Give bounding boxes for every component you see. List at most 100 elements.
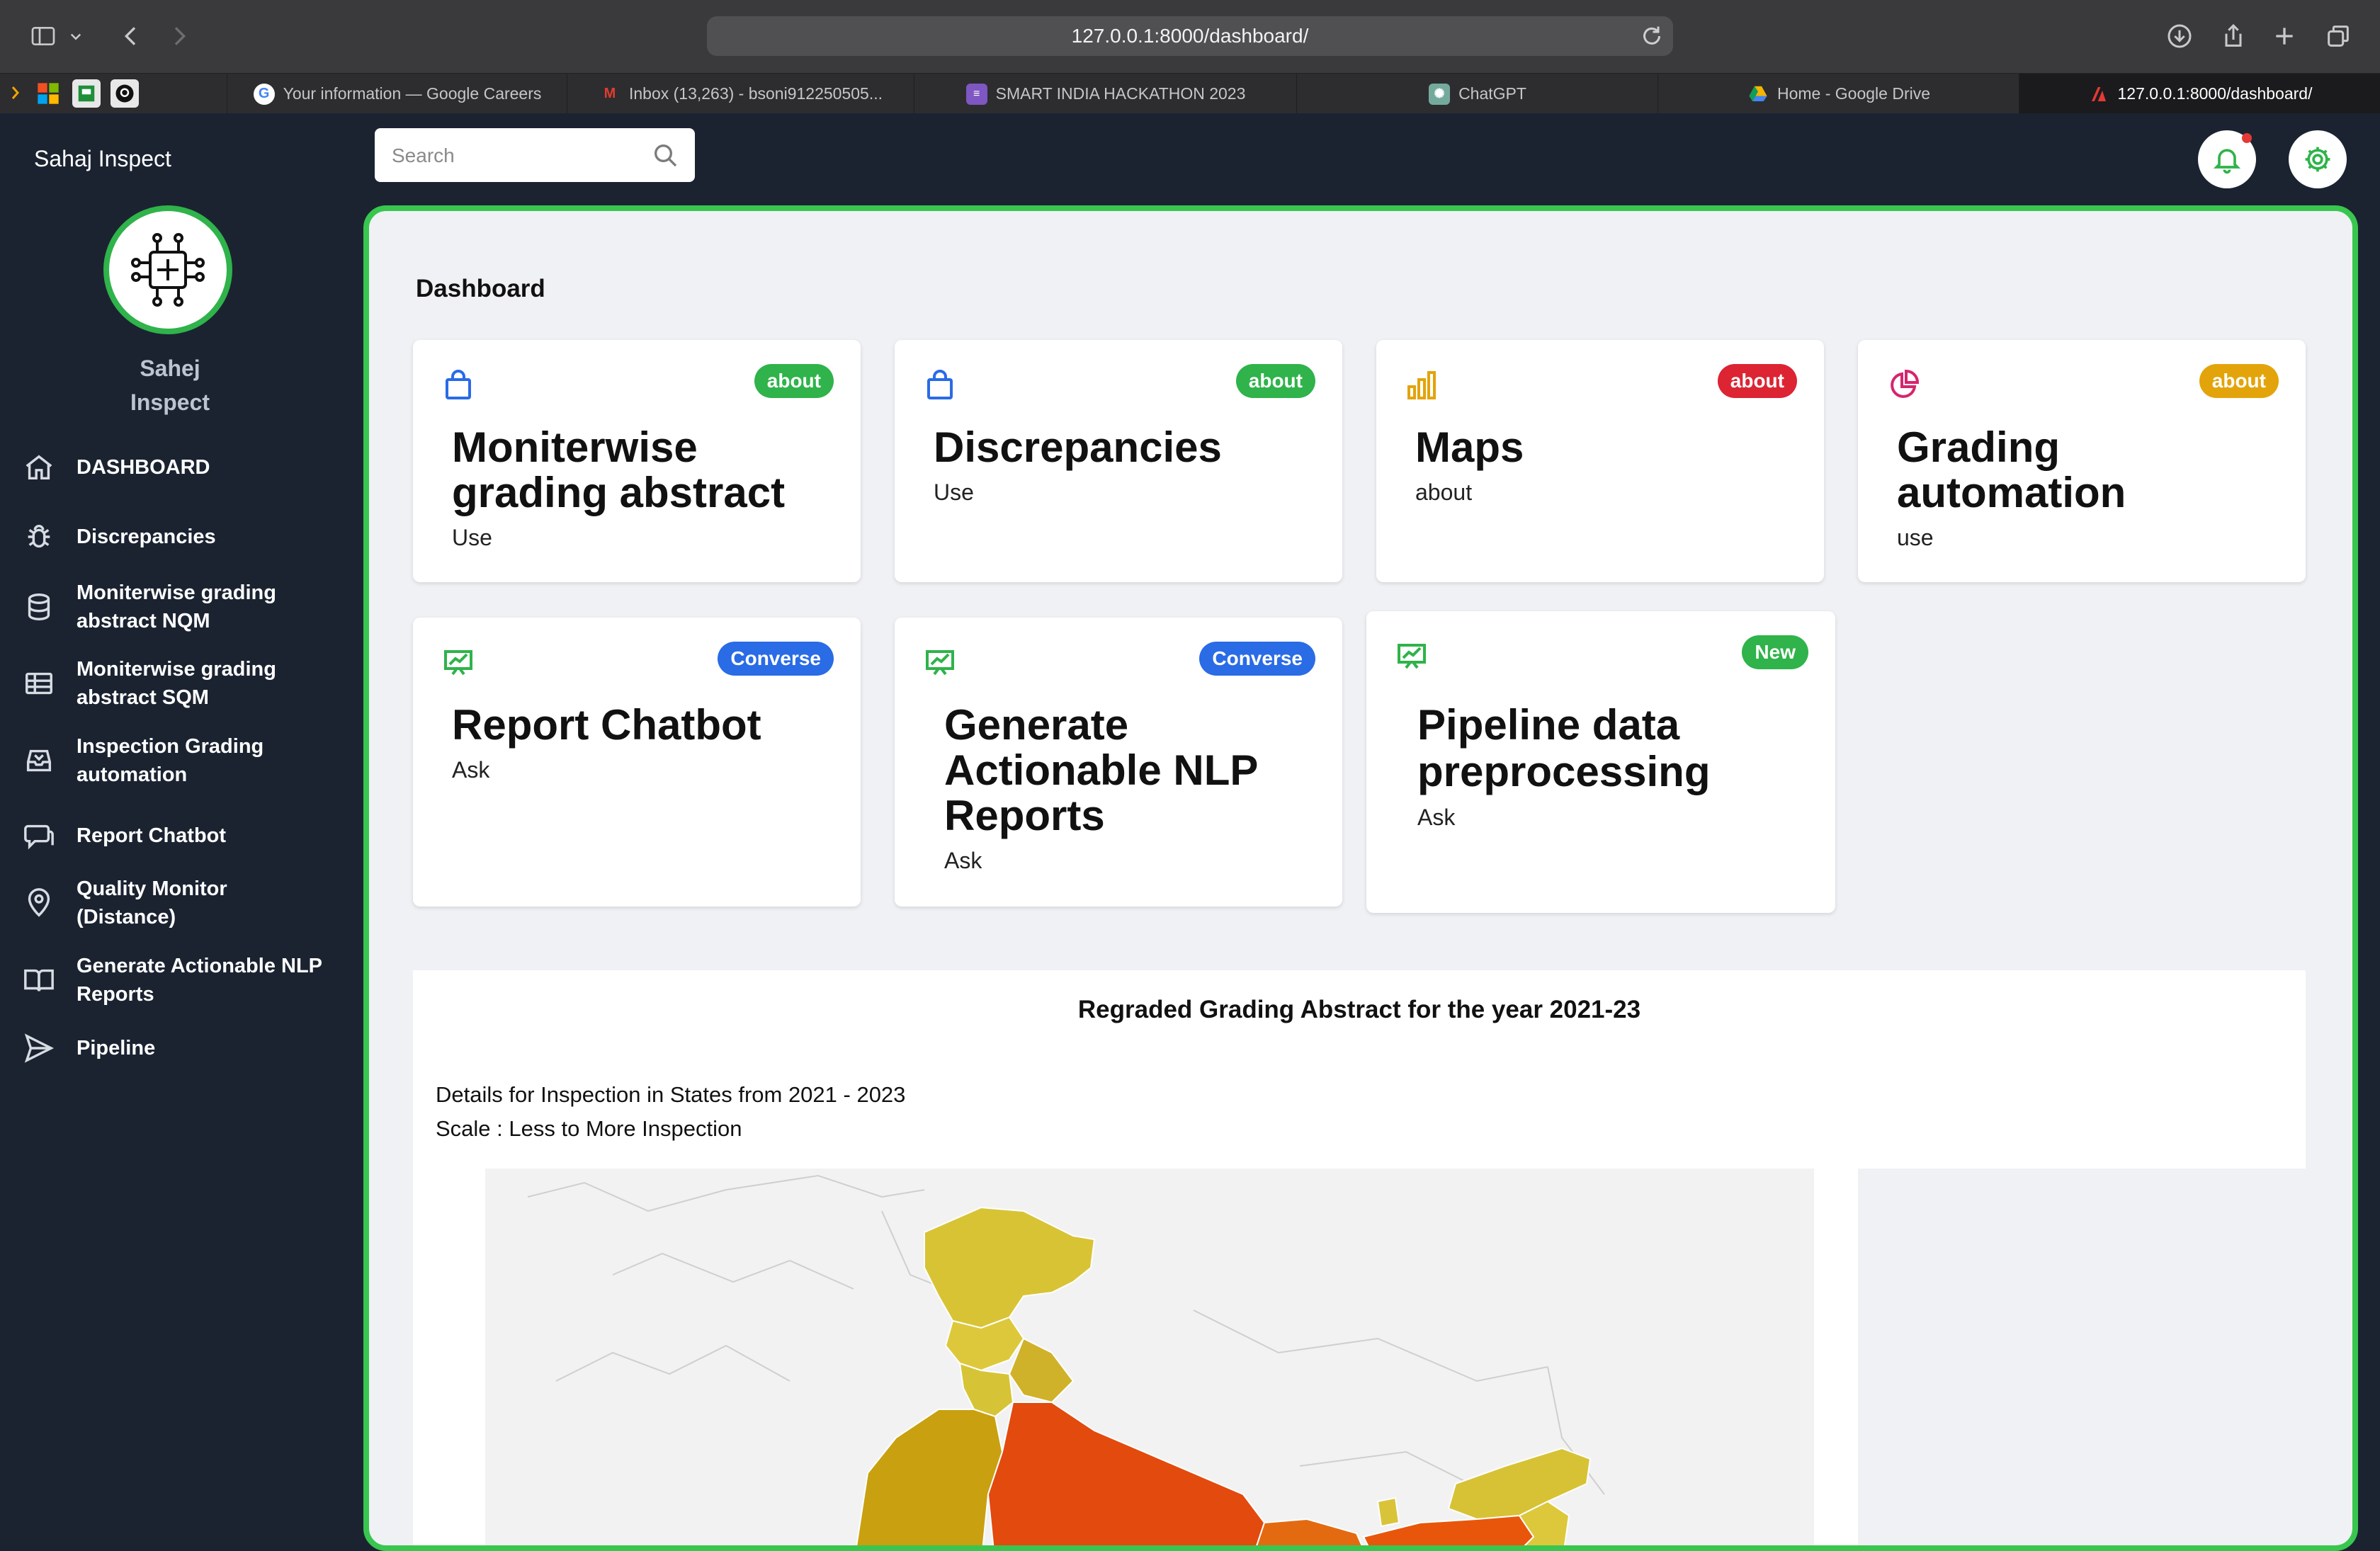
card-title-block: Pipeline data preprocessing Ask xyxy=(1417,702,1814,834)
dashboard-card[interactable]: Converse Generate Actionable NLP Reports A… xyxy=(895,618,1342,907)
github-icon[interactable] xyxy=(110,79,139,108)
forward-arrow-icon[interactable] xyxy=(162,18,197,54)
card-title-block: Discrepancies Use xyxy=(934,425,1330,509)
share-icon[interactable] xyxy=(2216,18,2251,54)
browser-toolbar: 127.0.0.1:8000/dashboard/ xyxy=(0,0,2380,73)
brand-name[interactable]: Sahaj Inspect xyxy=(34,146,171,172)
browser-tab[interactable]: 127.0.0.1:8000/dashboard/ xyxy=(2019,74,2380,114)
page-title: Dashboard xyxy=(416,275,545,302)
card-subtitle: Use xyxy=(934,479,974,505)
sidebar-item-quality-monitor-distance[interactable]: Quality Monitor (Distance) xyxy=(0,873,354,933)
map-details: Details for Inspection in States from 20… xyxy=(436,1078,905,1146)
circuit-medical-icon xyxy=(131,233,205,307)
dashboard-card[interactable]: about Grading automation use xyxy=(1858,340,2306,582)
card-subtitle: use xyxy=(1897,525,1934,550)
bug-icon xyxy=(23,521,55,553)
settings-button[interactable] xyxy=(2289,130,2347,188)
browser-tab-title: ChatGPT xyxy=(1458,84,1526,103)
map-region[interactable] xyxy=(987,1402,1266,1551)
sidebar-item-moniterwise-grading-abstract-sqm[interactable]: Moniterwise grading abstract SQM xyxy=(0,654,354,713)
sidebar-item-discrepancies[interactable]: Discrepancies xyxy=(0,516,354,558)
card-badge[interactable]: Converse xyxy=(1199,642,1315,676)
browser-tab[interactable]: ≡ SMART INDIA HACKATHON 2023 xyxy=(914,74,1297,114)
presentation-chart-icon xyxy=(441,646,475,680)
sidebar-item-moniterwise-grading-abstract-nqm[interactable]: Moniterwise grading abstract NQM xyxy=(0,577,354,637)
card-subtitle: about xyxy=(1415,479,1473,505)
map-region[interactable] xyxy=(1250,1518,1371,1551)
search-icon[interactable] xyxy=(651,141,679,169)
notifications-button[interactable] xyxy=(2198,130,2256,188)
card-badge[interactable]: about xyxy=(754,364,834,398)
map-region[interactable] xyxy=(854,1409,1004,1551)
sidebar-item-label: DASHBOARD xyxy=(76,456,210,479)
download-icon[interactable] xyxy=(2162,18,2197,54)
browser-tab-title: Home - Google Drive xyxy=(1776,84,1931,103)
dashboard-card[interactable]: Converse Report Chatbot Ask xyxy=(413,618,861,907)
chevron-down-icon[interactable] xyxy=(65,18,86,54)
card-badge[interactable]: about xyxy=(1717,364,1797,398)
map-region[interactable] xyxy=(924,1206,1096,1329)
card-subtitle: Ask xyxy=(1417,805,1456,830)
gmail-icon: M xyxy=(604,86,616,101)
address-bar-url: 127.0.0.1:8000/dashboard/ xyxy=(1071,25,1309,47)
sidebar-item-dashboard[interactable]: DASHBOARD xyxy=(0,446,354,489)
site-icon xyxy=(2088,84,2109,105)
india-choropleth-map[interactable] xyxy=(485,1169,1814,1551)
dashboard-card[interactable]: about Moniterwise grading abstract Use xyxy=(413,340,861,582)
reload-icon[interactable] xyxy=(1639,23,1665,49)
sidebar-item-inspection-grading-automation[interactable]: Inspection Grading automation xyxy=(0,731,354,790)
map-region[interactable] xyxy=(1008,1337,1075,1404)
card-badge[interactable]: about xyxy=(2199,364,2279,398)
bookmark-app-icon[interactable] xyxy=(72,79,101,108)
card-badge[interactable]: about xyxy=(1235,364,1315,398)
address-bar[interactable]: 127.0.0.1:8000/dashboard/ xyxy=(707,16,1673,56)
tab-bar: G Your information — Google Careers M Inbox… xyxy=(0,73,2380,114)
book-icon xyxy=(23,964,55,996)
gear-icon xyxy=(2305,147,2330,172)
browser-tab[interactable]: Home - Google Drive xyxy=(1658,74,2019,114)
database-icon xyxy=(23,591,55,623)
dashboard-card[interactable]: New Pipeline data preprocessing Ask xyxy=(1366,611,1835,913)
map-details-line: Details for Inspection in States from 20… xyxy=(436,1082,906,1107)
chat-icon xyxy=(23,819,55,852)
browser-tab-title: Your information — Google Careers xyxy=(283,84,542,103)
browser-tab[interactable]: M Inbox (13,263) - bsoni912250505... xyxy=(567,74,914,114)
map-region[interactable] xyxy=(1447,1447,1592,1521)
sidebar-item-pipeline[interactable]: Pipeline xyxy=(0,1027,354,1069)
search-box[interactable] xyxy=(375,128,695,183)
map-region[interactable] xyxy=(1376,1496,1400,1528)
notification-dot xyxy=(2242,133,2252,143)
card-subtitle: Ask xyxy=(944,848,982,873)
microsoft-icon[interactable] xyxy=(34,79,62,108)
presentation-chart-icon xyxy=(1395,640,1429,674)
sidebar-item-label: Report Chatbot xyxy=(76,824,227,847)
card-title: Grading automation xyxy=(1897,424,2126,516)
sidebar-toggle-icon[interactable] xyxy=(26,18,61,54)
browser-tab[interactable]: ✺ ChatGPT xyxy=(1296,74,1658,114)
sidebar-item-generate-actionable-nlp-reports[interactable]: Generate Actionable NLP Reports xyxy=(0,950,354,1010)
map-section: Regraded Grading Abstract for the year 2… xyxy=(413,970,2306,1169)
map-region[interactable] xyxy=(958,1362,1014,1418)
browser-tab-title: 127.0.0.1:8000/dashboard/ xyxy=(2117,84,2313,103)
bar-chart-icon xyxy=(1405,368,1439,402)
new-tab-icon[interactable] xyxy=(2267,18,2302,54)
profile-name: Sahej Inspect xyxy=(130,356,210,415)
dashboard-card[interactable]: about Discrepancies Use xyxy=(895,340,1342,582)
dashboard-card[interactable]: about Maps about xyxy=(1376,340,1824,582)
card-badge[interactable]: Converse xyxy=(718,642,834,676)
sidebar-item-report-chatbot[interactable]: Report Chatbot xyxy=(0,814,354,857)
card-title: Generate Actionable NLP Reports xyxy=(944,701,1258,839)
sidebar-item-label: Moniterwise grading abstract SQM xyxy=(76,658,276,709)
tab-overview-icon[interactable] xyxy=(2320,18,2356,54)
bookmark-icon[interactable] xyxy=(7,79,24,108)
card-badge[interactable]: New xyxy=(1742,635,1808,669)
map-scale-line: Scale : Less to More Inspection xyxy=(436,1116,742,1141)
browser-tab-title: SMART INDIA HACKATHON 2023 xyxy=(995,84,1246,103)
sidebar-item-label: Discrepancies xyxy=(76,525,216,548)
browser-tab-title: Inbox (13,263) - bsoni912250505... xyxy=(628,84,883,103)
browser-tab[interactable]: G Your information — Google Careers xyxy=(227,74,567,114)
search-input[interactable] xyxy=(390,128,641,183)
avatar[interactable] xyxy=(103,205,232,334)
back-arrow-icon[interactable] xyxy=(113,18,149,54)
inbox-icon xyxy=(23,744,55,777)
